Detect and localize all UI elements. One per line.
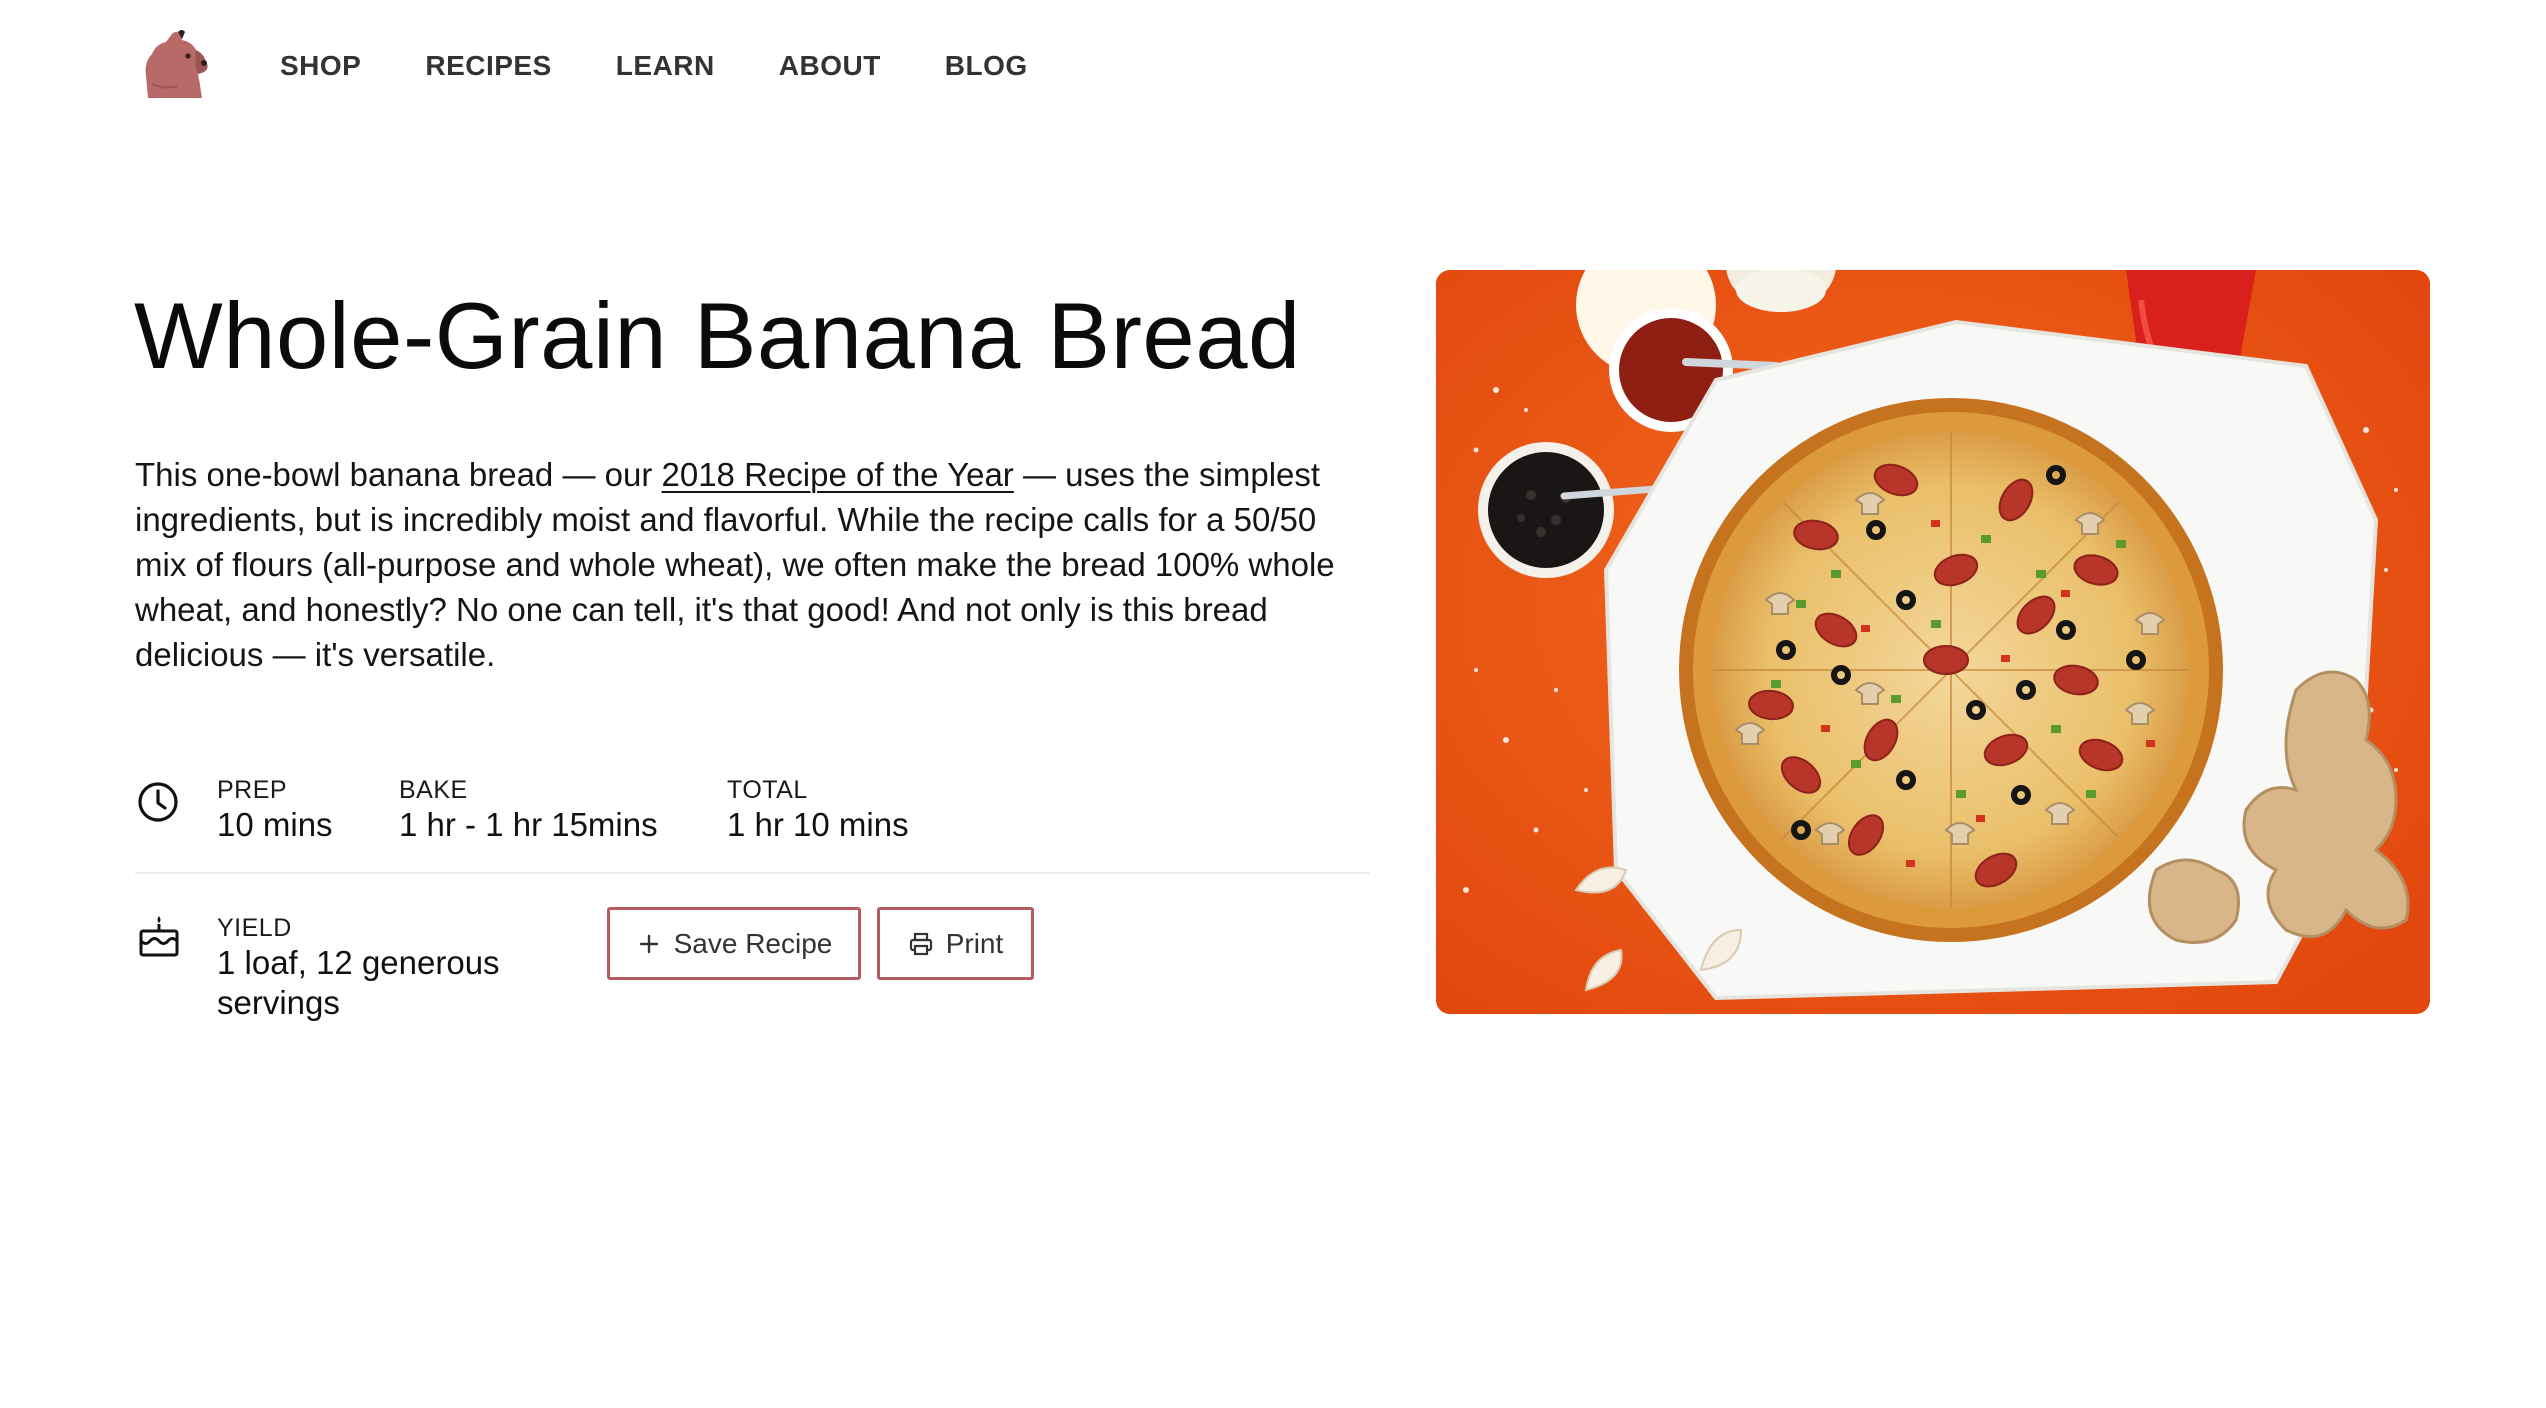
prep-time: PREP 10 mins (217, 775, 333, 845)
cake-icon (137, 914, 181, 958)
bake-label: BAKE (399, 776, 468, 804)
nav-item-about[interactable]: ABOUT (779, 48, 881, 84)
meta-divider (135, 872, 1370, 874)
bear-logo[interactable] (138, 28, 212, 100)
recipe-description: This one-bowl banana bread — our 2018 Re… (135, 452, 1375, 677)
recipe-title: Whole-Grain Banana Bread (134, 283, 1301, 388)
yield-label: YIELD (217, 914, 292, 942)
save-recipe-label: Save Recipe (673, 927, 833, 959)
recipe-hero-image (1436, 270, 2430, 1014)
nav-item-shop[interactable]: SHOP (280, 48, 361, 84)
pizza-photo (1436, 270, 2430, 1014)
save-recipe-button[interactable]: Save Recipe (607, 907, 861, 980)
recipe-of-the-year-link[interactable]: 2018 Recipe of the Year (662, 456, 1014, 493)
yield-value: 1 loaf, 12 generous servings (217, 944, 500, 1021)
total-label: TOTAL (727, 776, 808, 804)
total-time: TOTAL 1 hr 10 mins (727, 775, 909, 845)
nav-item-learn[interactable]: LEARN (616, 48, 715, 84)
prep-label: PREP (217, 776, 288, 804)
print-label: Print (945, 927, 1004, 959)
bake-time: BAKE 1 hr - 1 hr 15mins (399, 775, 658, 845)
total-value: 1 hr 10 mins (727, 806, 909, 843)
bake-value: 1 hr - 1 hr 15mins (399, 806, 658, 843)
clock-icon (136, 780, 180, 824)
recipe-yield: YIELD 1 loaf, 12 generous servings (217, 913, 547, 1023)
bear-logo-icon (145, 30, 208, 98)
nav-item-blog[interactable]: BLOG (945, 48, 1028, 84)
prep-value: 10 mins (217, 806, 333, 843)
description-text-start: This one-bowl banana bread — our (135, 456, 662, 493)
print-button[interactable]: Print (877, 907, 1034, 980)
site-header: SHOP RECIPES LEARN ABOUT BLOG (0, 0, 2546, 135)
plus-icon (636, 931, 662, 957)
nav-item-recipes[interactable]: RECIPES (425, 48, 551, 84)
printer-icon (908, 931, 934, 957)
